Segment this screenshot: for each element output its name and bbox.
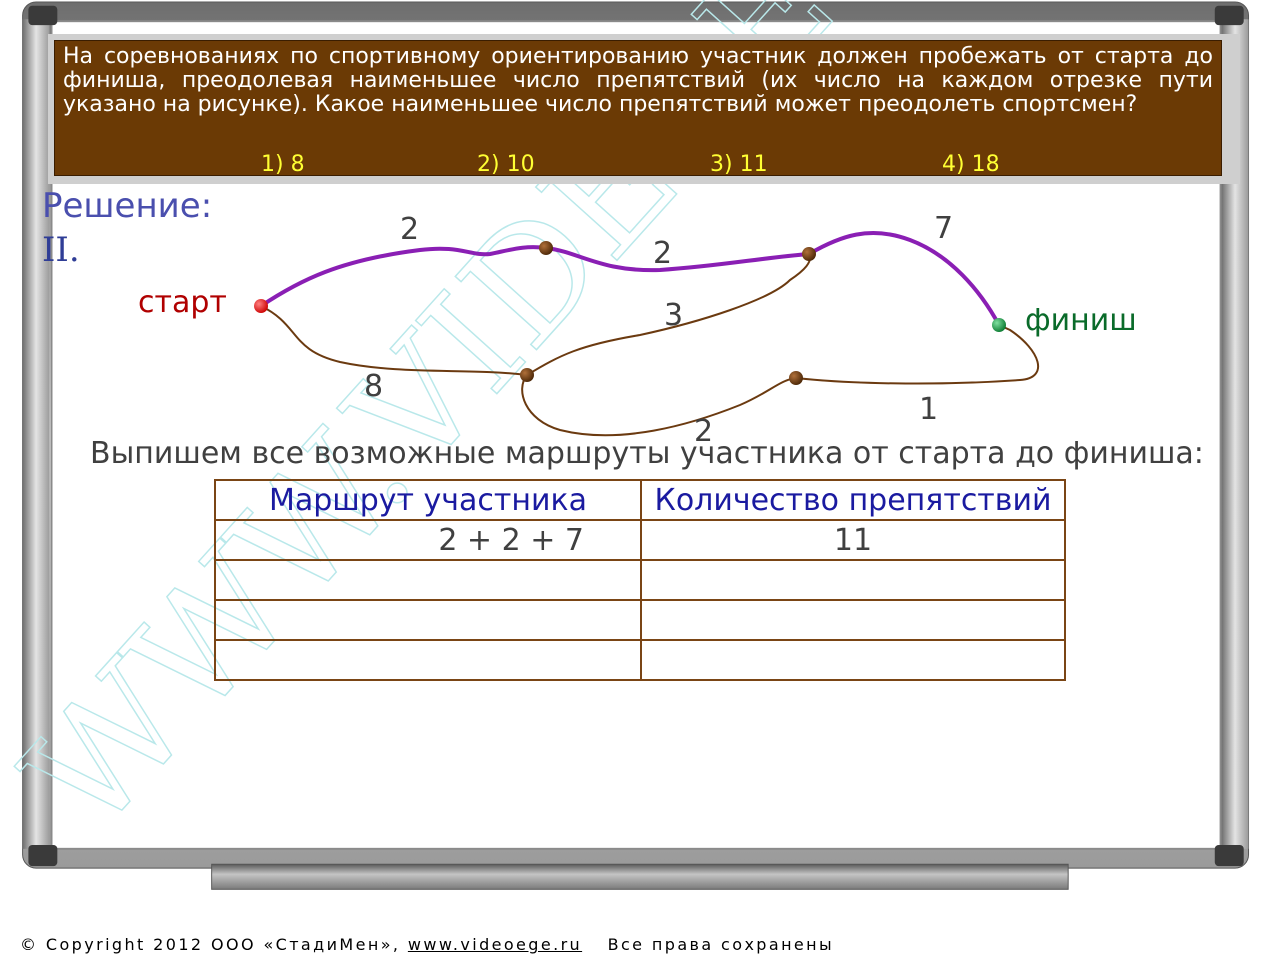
- edge-weight-label: 3: [664, 298, 684, 333]
- edge-weight-label: 1: [919, 392, 939, 427]
- copyright-icon: ©: [20, 935, 39, 954]
- count-cell: [640, 639, 1066, 681]
- node-b: [520, 368, 534, 382]
- table-row: [214, 559, 1066, 601]
- route-cell: [214, 599, 642, 641]
- table-row: [214, 599, 1066, 641]
- site-link[interactable]: www.videoege.ru: [408, 935, 582, 954]
- table-row: 2 + 2 + 7 11: [214, 519, 1066, 561]
- edge-weight-label: 2: [400, 212, 420, 247]
- edge-weight-label: 7: [934, 211, 954, 246]
- start-node: [254, 299, 268, 313]
- node-e: [789, 371, 803, 385]
- footer: © Copyright 2012 ООО «СтадиМен», www.vid…: [20, 935, 834, 954]
- column-header-count: Количество препятствий: [640, 479, 1066, 521]
- edge-e-to-finish: [795, 324, 1040, 385]
- edge-weight-label: 2: [653, 236, 673, 271]
- route-cell: 2 + 2 + 7: [214, 519, 642, 561]
- count-cell: 11: [640, 519, 1066, 561]
- node-d: [802, 247, 816, 261]
- finish-node: [992, 318, 1006, 332]
- table-row: [214, 639, 1066, 681]
- routes-table: Маршрут участника Количество препятствий…: [214, 479, 1066, 681]
- copyright-text: Copyright 2012 ООО «СтадиМен»,: [45, 935, 401, 954]
- route-cell: [214, 559, 642, 601]
- table-header-row: Маршрут участника Количество препятствий: [214, 479, 1066, 521]
- routes-intro: Выпишем все возможные маршруты участника…: [90, 436, 1204, 471]
- node-a: [539, 241, 553, 255]
- count-cell: [640, 559, 1066, 601]
- edge-start-to-b: [260, 305, 528, 376]
- route-cell: [214, 639, 642, 681]
- finish-label: финиш: [1025, 303, 1137, 338]
- edge-weight-label: 8: [364, 369, 384, 404]
- highlighted-route: [259, 231, 1001, 327]
- count-cell: [640, 599, 1066, 641]
- edge-b-to-e: [521, 374, 797, 437]
- column-header-route: Маршрут участника: [214, 479, 642, 521]
- rights-text: Все права сохранены: [607, 935, 835, 954]
- start-label: старт: [138, 285, 227, 320]
